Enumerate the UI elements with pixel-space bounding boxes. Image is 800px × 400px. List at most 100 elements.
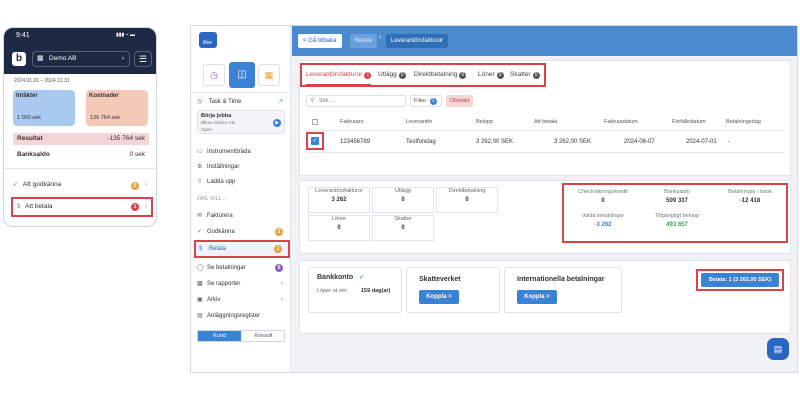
international-payments-card: Internationella betalningar Koppla > (504, 267, 622, 313)
chevron-right-icon: › (144, 181, 147, 188)
sidebar-item-approve[interactable]: ✓ Godkänna 2 (197, 226, 287, 238)
available-amount: Tillgängligt belopp 493 657 (640, 213, 714, 228)
search-field[interactable]: ⚲ (306, 95, 406, 107)
toggle-consultant[interactable]: Konsult (242, 331, 285, 341)
top-bar: < Gå tillbaka Betala › Leverantörsfaktur… (292, 26, 797, 56)
count-value: 0 (401, 225, 405, 231)
pay-count-badge: 1 (131, 203, 139, 211)
chevron-right-icon: › (144, 203, 147, 210)
tab-count: 0 (398, 72, 406, 79)
back-button[interactable]: < Gå tillbaka (298, 34, 342, 48)
bflow-logo: b (12, 52, 26, 66)
check-icon: ✓ (13, 181, 19, 188)
sidebar-item-register[interactable]: ▤ Anläggningsregister (197, 310, 287, 322)
register-icon: ▤ (197, 313, 203, 319)
cell-supplier: Testforetag (406, 139, 436, 145)
sidebar-item-label: Se rapporter (207, 281, 241, 287)
sidebar-item-reports[interactable]: ▩ Se rapporter › (197, 278, 287, 290)
result-row: Resultat -135 764 sek (13, 133, 149, 145)
tax-agency-title: Skatteverket (419, 276, 461, 283)
count-salaries: Löner 0 (308, 215, 370, 241)
income-card[interactable]: Intäkter 1 000 sek (13, 90, 75, 126)
filter-button[interactable]: Filter 1 (410, 95, 442, 107)
sidebar-item-label: Arkiv (207, 297, 221, 303)
approve-row[interactable]: ✓ Att godkänna 2 › (13, 178, 149, 194)
column-header[interactable]: Fakturadatum (604, 113, 638, 131)
breadcrumb-pay[interactable]: Betala (350, 34, 378, 48)
filter-chip-unpaid[interactable]: Obetald (446, 95, 474, 107)
clock-icon[interactable]: ◷ (203, 64, 225, 86)
mobile-header: 9:41 ▮▮▮ ⌁ ▬ b ▦ Demo AB › ☰ (4, 28, 156, 74)
tax-connect-button[interactable]: Koppla > (419, 290, 459, 304)
pay-button-highlight: Betala: 1 (3 262,00 SEK) (696, 269, 784, 291)
bank-balance-label: Banksaldo (17, 151, 50, 158)
column-header[interactable]: Att betala (534, 113, 557, 131)
selected-payments: Valda betalningar -3 262 (566, 213, 640, 228)
column-header[interactable]: Förfallodatum (672, 113, 706, 131)
sidebar-item-label: Betala (209, 246, 227, 252)
toggle-customer[interactable]: Kund (198, 331, 241, 341)
payments-badge: 0 (275, 264, 283, 272)
chat-icon[interactable]: ▤ (767, 338, 789, 360)
sidebar-item-settings[interactable]: ⚙ Inställningar (197, 161, 287, 173)
row-checkbox[interactable]: ✓ (311, 137, 319, 145)
hamburger-menu-button[interactable]: ☰ (134, 51, 152, 67)
pay-button[interactable]: Betala: 1 (3 262,00 SEK) (701, 273, 779, 287)
tab-supplier-invoices[interactable]: Leverantörsfakturor 1 (306, 65, 372, 85)
balance-summary-highlight: Checkräkningskredit 0 Banksaldo 509 337 Be… (562, 183, 788, 243)
sidebar-item-payments[interactable]: ◯ Se betalningar 0 (197, 262, 287, 274)
summary-label: Valda betalningar (581, 213, 625, 219)
summary-value: 509 337 (666, 198, 688, 204)
select-all-checkbox[interactable] (312, 119, 318, 125)
play-icon[interactable]: ▶ (273, 119, 281, 127)
column-header[interactable]: Leverantör (406, 113, 432, 131)
sidebar-item-dashboard[interactable]: ▭ Instrumentbräda (197, 146, 287, 158)
tab-salaries[interactable]: Löner 0 (478, 65, 504, 85)
expires-days: 159 dag(ar) (361, 288, 391, 294)
task-card[interactable]: Börja jobba Bflow Advisor AB Open ▶ (197, 110, 285, 134)
search-input[interactable] (319, 97, 403, 105)
pay-row[interactable]: $ Att betala 1 › (11, 197, 153, 217)
column-header[interactable]: Belopp (476, 113, 493, 131)
bank-balance-value: 0 sek (129, 151, 145, 158)
tab-direct-payment[interactable]: Direktbetalning 0 (414, 65, 467, 85)
summary-label: Betalningar i bank (727, 189, 773, 195)
company-selector[interactable]: ▦ Demo AB › (32, 51, 130, 67)
sidebar-item-archive[interactable]: ▣ Arkiv › (197, 294, 287, 306)
sidebar-task-time[interactable]: ◷ Task & Time ↗ (197, 96, 287, 108)
column-header[interactable]: Fakturanr. (340, 113, 365, 131)
bank-payments: Betalningar i bank -12 418 (714, 189, 786, 204)
search-icon: ⚲ (310, 98, 315, 104)
sidebar-item-invoice[interactable]: ✉ Fakturera (197, 210, 287, 222)
international-connect-button[interactable]: Koppla > (517, 290, 557, 304)
costs-label: Kostnader (89, 93, 119, 99)
costs-card[interactable]: Kostnader 136 764 sek (86, 90, 148, 126)
tab-expenses[interactable]: Utlägg 0 (378, 65, 406, 85)
column-header[interactable]: Betalningsdag (726, 113, 761, 131)
summary-value: 0 (601, 198, 605, 204)
sidebar-item-label: Inställningar (207, 164, 240, 170)
overdraft-credit: Checkräkningskredit 0 (566, 189, 640, 204)
role-toggle: Kund Konsult (197, 330, 285, 342)
summary-label: Banksaldo (664, 189, 690, 195)
upload-icon: ⇧ (197, 179, 203, 185)
summary-value: 493 657 (666, 222, 688, 228)
tab-count: 0 (459, 72, 467, 79)
book-icon[interactable]: ◫ (229, 62, 255, 88)
approve-label: Att godkänna (22, 181, 62, 188)
cell-due-date: 2024-07-01 (686, 139, 717, 145)
sidebar-item-upload[interactable]: ⇧ Ladda upp (197, 176, 287, 188)
tab-taxes[interactable]: Skatter 0 (510, 65, 540, 85)
sidebar-item-pay[interactable]: $ Betala 1 (194, 240, 290, 258)
income-value: 1 000 sek (17, 115, 41, 121)
external-link-icon[interactable]: ↗ (278, 96, 283, 108)
gear-icon: ⚙ (197, 164, 203, 170)
count-taxes: Skatter 0 (372, 215, 434, 241)
summary-value: -3 262 (594, 222, 612, 228)
grid-icon[interactable]: ▦ (258, 64, 280, 86)
check-icon: ✓ (197, 229, 203, 235)
table-row[interactable]: ✓ 123456789 Testforetag 3 262,00 SEK 3 2… (306, 131, 786, 153)
tab-count: 0 (496, 72, 504, 79)
approve-badge: 2 (275, 228, 283, 236)
tab-count: 1 (364, 72, 372, 79)
